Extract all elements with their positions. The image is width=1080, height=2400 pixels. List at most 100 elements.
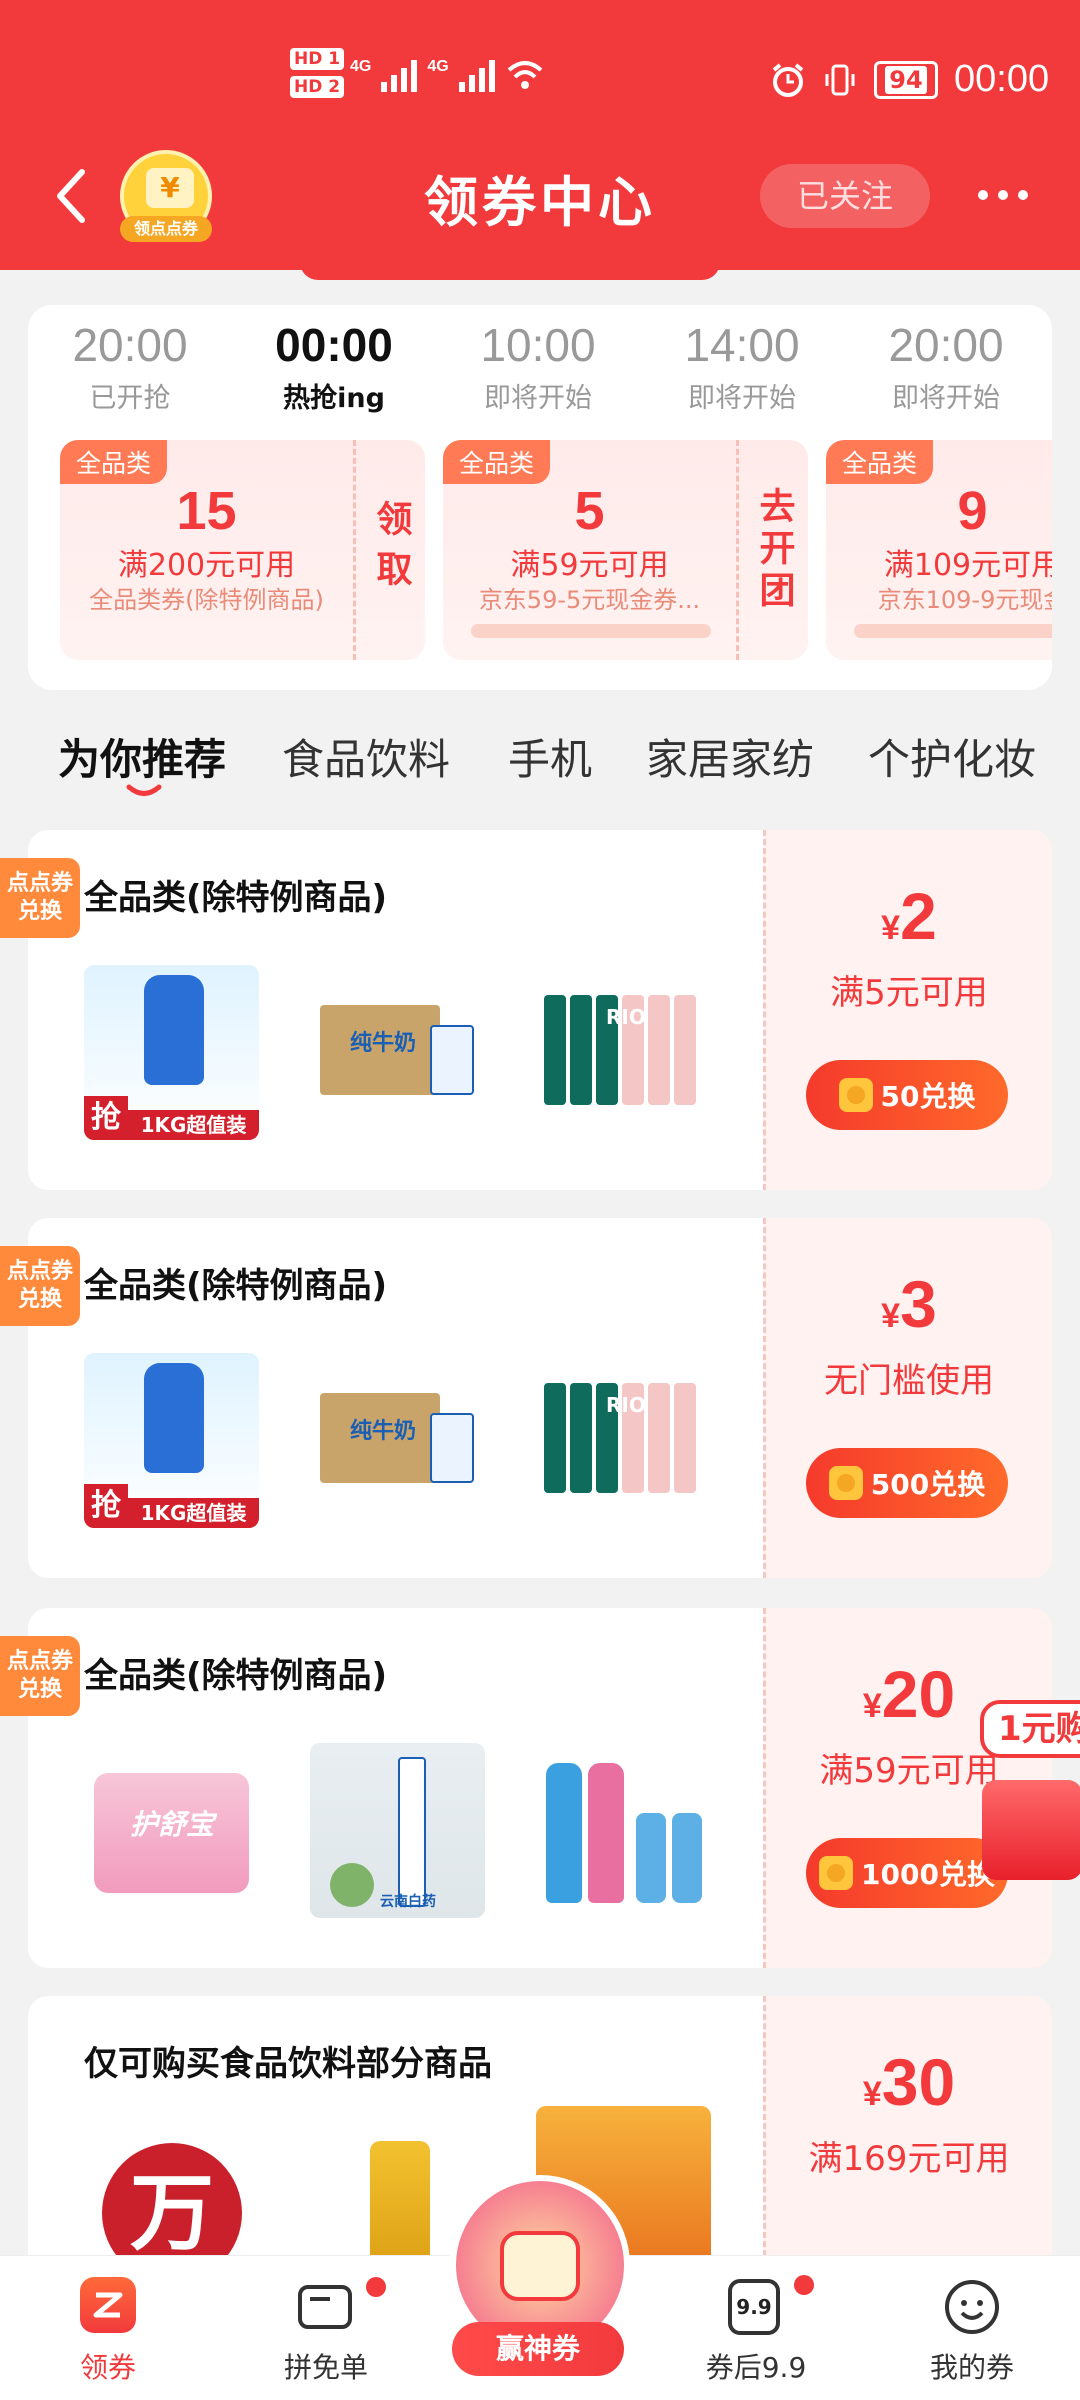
price-value: 2 bbox=[900, 879, 937, 953]
flash-coupon[interactable]: 全品类 5 满59元可用 京东59-5元现金券... 去开团 bbox=[443, 440, 808, 660]
currency: ¥ bbox=[862, 2075, 882, 2113]
nav-label: 我的券 bbox=[929, 2351, 1014, 2384]
time-slot[interactable]: 20:00 即将开始 bbox=[846, 318, 1046, 415]
product-image-rio[interactable]: RIO bbox=[536, 965, 711, 1140]
coupon-condition: 满59元可用 bbox=[510, 548, 669, 583]
coupon-value-panel: ¥3 无门槛使用 500兑换 bbox=[763, 1218, 1052, 1578]
alarm-icon bbox=[772, 62, 804, 97]
bottle-shape bbox=[636, 1813, 666, 1903]
coin-icon bbox=[819, 1856, 854, 1890]
sim-indicators: HD 1 HD 2 bbox=[290, 48, 345, 98]
coupon-row[interactable]: 点点券兑换 全品类(除特例商品) 抢 1KG超值装 纯牛奶 RIO ¥2 满5元… bbox=[0, 830, 1052, 1190]
slot-status: 即将开始 bbox=[688, 383, 796, 414]
exchange-badge: 点点券兑换 bbox=[0, 858, 80, 938]
nav-coupons[interactable]: 领券 bbox=[28, 2255, 188, 2400]
time-slot[interactable]: 10:00 即将开始 bbox=[438, 318, 638, 415]
nav-label: 券后9.9 bbox=[705, 2351, 807, 2384]
coupon-condition: 无门槛使用 bbox=[824, 1361, 994, 1401]
follow-button[interactable]: 已关注 bbox=[760, 164, 930, 228]
progress-bar bbox=[854, 624, 1052, 638]
bottle-shape bbox=[588, 1763, 624, 1903]
notification-dot bbox=[794, 2275, 814, 2295]
rio-label: RIO bbox=[606, 1393, 646, 1417]
notification-dot bbox=[366, 2277, 386, 2297]
nav-group-free[interactable]: 拼免单 bbox=[246, 2255, 406, 2400]
coupon-price: ¥3 bbox=[766, 1266, 1052, 1342]
promo-label: 1元购 bbox=[980, 1700, 1080, 1758]
grab-label: 抢 bbox=[84, 1484, 128, 1528]
signal1-icon bbox=[381, 58, 418, 92]
battery-level: 94 bbox=[885, 65, 927, 94]
status-right: 94 00:00 bbox=[770, 58, 1049, 101]
rio-label: RIO bbox=[606, 1005, 646, 1029]
milk-label: 纯牛奶 bbox=[350, 1419, 417, 1444]
floating-promo[interactable]: 1元购 bbox=[972, 1700, 1080, 1890]
coupon-row[interactable]: 点点券兑换 全品类(除特例商品) 抢 1KG超值装 纯牛奶 RIO ¥3 无门槛… bbox=[0, 1218, 1052, 1578]
coupon-nav-icon bbox=[80, 2277, 136, 2333]
time-slot[interactable]: 14:00 即将开始 bbox=[642, 318, 842, 415]
exchange-label: 500兑换 bbox=[870, 1468, 986, 1501]
product-image-rio[interactable]: RIO bbox=[536, 1353, 711, 1528]
coupon-desc: 京东109-9元现金 bbox=[877, 586, 1052, 614]
more-icon[interactable] bbox=[978, 190, 1028, 200]
slot-time: 20:00 bbox=[72, 319, 188, 371]
slot-status: 即将开始 bbox=[892, 383, 1000, 414]
coupon-condition: 满200元可用 bbox=[117, 548, 296, 583]
product-image-pad[interactable]: 护舒宝 bbox=[84, 1743, 259, 1918]
product-image-shampoo[interactable]: 抢 1KG超值装 bbox=[84, 1353, 259, 1528]
tab-phone[interactable]: 手机 bbox=[508, 726, 592, 787]
pad-label: 护舒宝 bbox=[130, 1808, 215, 1841]
clock: 00:00 bbox=[954, 58, 1050, 100]
bottle-shape bbox=[144, 1363, 204, 1473]
slot-time: 14:00 bbox=[684, 319, 800, 371]
time-slot-active[interactable]: 00:00 热抢ing bbox=[234, 318, 434, 415]
sim1-label: HD 1 bbox=[290, 48, 345, 70]
sim2-label: HD 2 bbox=[290, 76, 345, 98]
product-image-milk[interactable]: 纯牛奶 bbox=[310, 1353, 485, 1528]
product-image-milk[interactable]: 纯牛奶 bbox=[310, 965, 485, 1140]
time-slot[interactable]: 20:00 已开抢 bbox=[30, 318, 230, 415]
slot-status: 即将开始 bbox=[484, 383, 592, 414]
grab-label: 抢 bbox=[84, 1096, 128, 1140]
bottle-shape bbox=[672, 1813, 702, 1903]
flash-coupon: 全品类 9 满109元可用 京东109-9元现金 bbox=[826, 440, 1052, 660]
price-tag-icon: 9.9 bbox=[728, 2279, 780, 2335]
tab-indicator bbox=[126, 784, 162, 796]
signal-icons: 4G 4G bbox=[350, 58, 545, 92]
progress-bar bbox=[471, 624, 711, 638]
claim-button[interactable]: 领取 bbox=[353, 440, 425, 660]
currency: ¥ bbox=[862, 1687, 882, 1725]
slot-time: 10:00 bbox=[480, 319, 596, 371]
product-image-shampoo[interactable]: 抢 1KG超值装 bbox=[84, 965, 259, 1140]
price-value: 20 bbox=[881, 1657, 956, 1731]
tab-home[interactable]: 家居家纺 bbox=[646, 726, 814, 787]
tab-beauty[interactable]: 个护化妆 bbox=[868, 726, 1036, 787]
exchange-button[interactable]: 500兑换 bbox=[806, 1448, 1008, 1518]
coupon-amount: 9 bbox=[957, 481, 988, 541]
nav-after-99[interactable]: 9.9 券后9.9 bbox=[676, 2255, 836, 2400]
slot-status: 热抢ing bbox=[283, 383, 385, 414]
nav-label: 拼免单 bbox=[283, 2351, 368, 2384]
product-image-toothpaste[interactable]: 云南白药 bbox=[310, 1743, 485, 1918]
claim-label: 领取 bbox=[370, 500, 412, 600]
win-coupon-button[interactable]: 赢神券 bbox=[452, 2322, 624, 2376]
product-image-bodywash[interactable] bbox=[536, 1743, 711, 1918]
value-pack-label: 1KG超值装 bbox=[128, 1498, 259, 1528]
coin-icon bbox=[828, 1466, 863, 1500]
exchange-label: 50兑换 bbox=[880, 1080, 976, 1113]
tab-food[interactable]: 食品饮料 bbox=[282, 726, 450, 787]
coupon-price: ¥2 bbox=[766, 878, 1052, 954]
vibrate-icon bbox=[825, 64, 855, 95]
group-buy-button[interactable]: 去开团 bbox=[736, 440, 808, 660]
coupon-row-title: 全品类(除特例商品) bbox=[84, 1266, 388, 1306]
carton-shape bbox=[430, 1025, 474, 1095]
nav-my-coupons[interactable]: 我的券 bbox=[892, 2255, 1052, 2400]
coupon-price: ¥30 bbox=[766, 2044, 1052, 2120]
exchange-button[interactable]: 50兑换 bbox=[806, 1060, 1008, 1130]
coupon-row[interactable]: 点点券兑换 全品类(除特例商品) 护舒宝 云南白药 ¥20 满59元可用 100… bbox=[0, 1608, 1052, 1968]
tab-recommend[interactable]: 为你推荐 bbox=[58, 726, 226, 787]
coupon-value-panel: ¥2 满5元可用 50兑换 bbox=[763, 830, 1052, 1190]
price-value: 30 bbox=[881, 2045, 956, 2119]
flash-coupon[interactable]: 全品类 15 满200元可用 全品类券(除特例商品) 领取 bbox=[60, 440, 425, 660]
flash-coupon-partial[interactable]: 全品类 9 满109元可用 京东109-9元现金 bbox=[826, 440, 1052, 660]
